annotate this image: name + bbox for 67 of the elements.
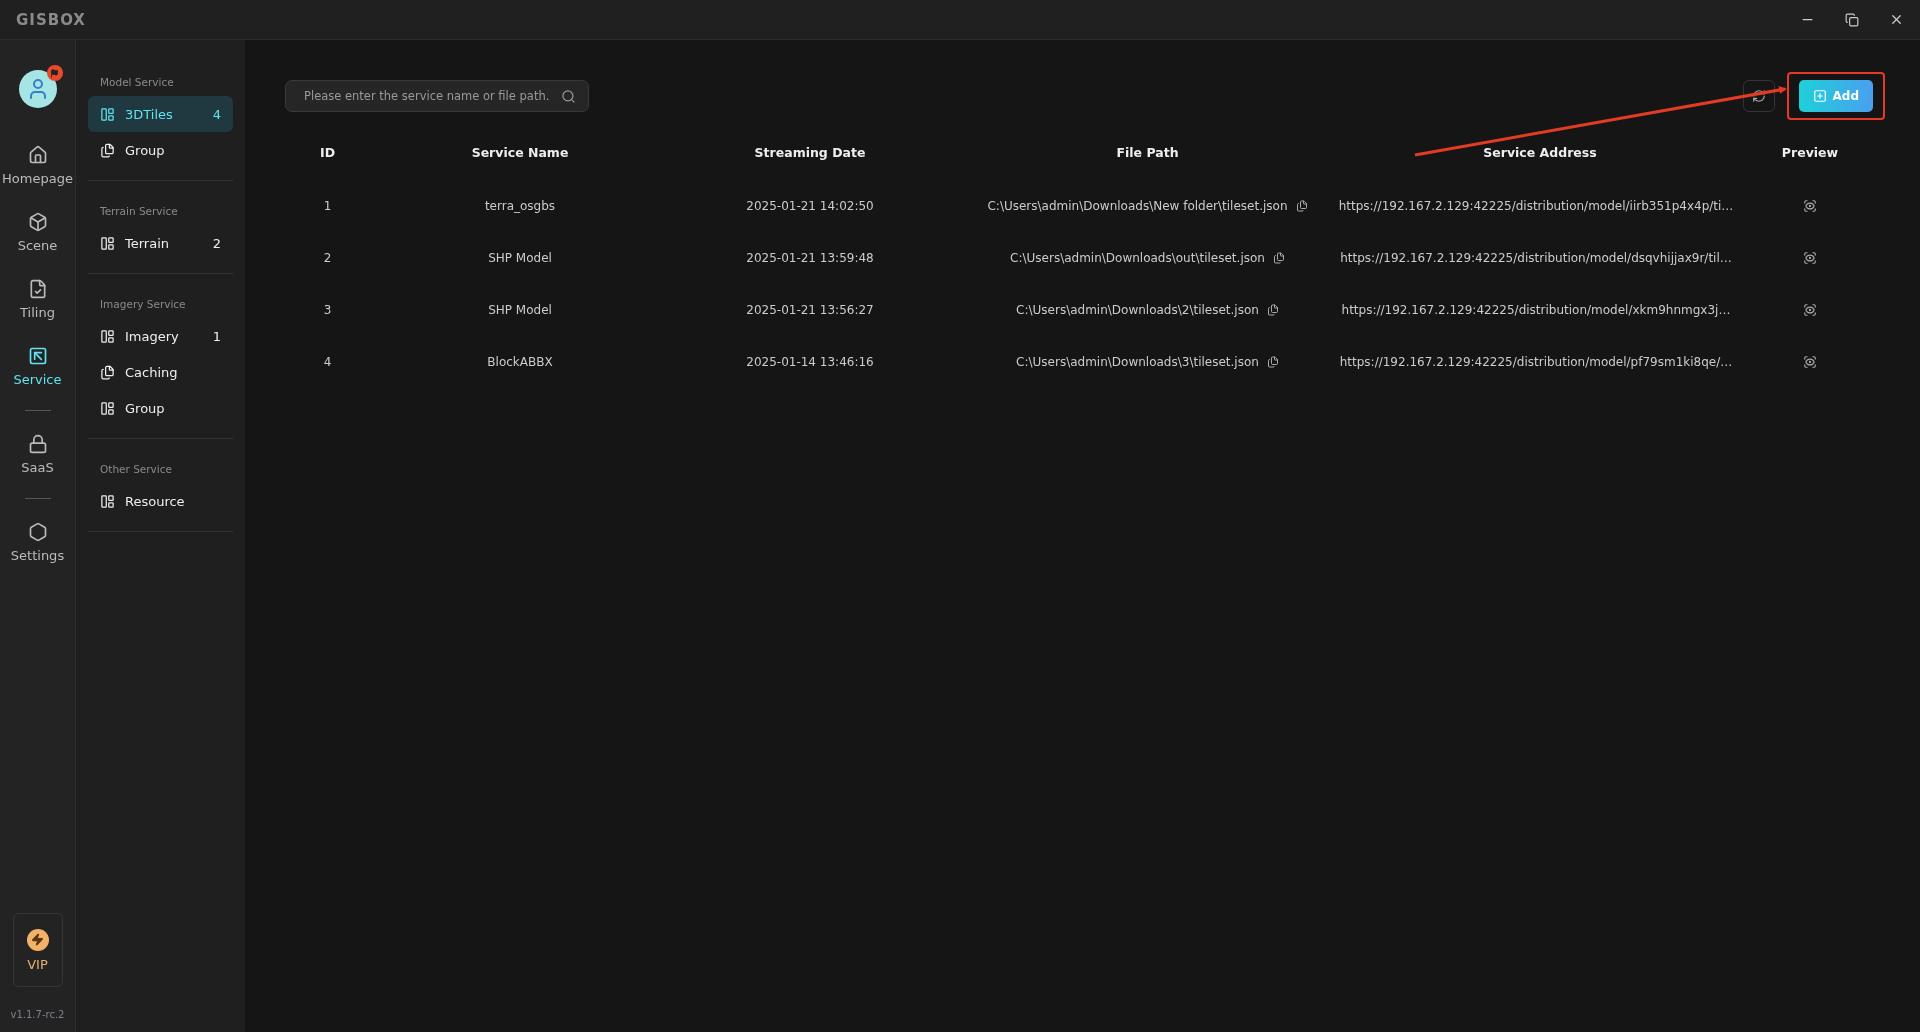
column-header: File Path — [1115, 144, 1180, 160]
section-title: Other Service — [99, 463, 173, 477]
search-bar[interactable]: Please enter the service name or file path. — [285, 80, 589, 112]
sidebar-item[interactable]: Group — [88, 132, 233, 168]
search-icon — [561, 88, 576, 104]
vip-label: VIP — [27, 956, 48, 972]
table-cell-text: 2025-01-21 14:02:50 — [745, 199, 875, 213]
column-header: ID — [319, 144, 336, 160]
version-text: v1.1.7-rc.2 — [10, 1009, 65, 1020]
column-header: Streaming Date — [753, 144, 867, 160]
flag-badge — [46, 65, 63, 81]
sidebar-item[interactable]: Resource — [88, 483, 233, 519]
lightning-icon — [26, 928, 49, 951]
table-cell-text: 2 — [322, 251, 333, 265]
section-title: Terrain Service — [99, 205, 179, 219]
table-cell: https://192.167.2.129:42225/distribution/model/pf79sm1ki8qe/… — [1339, 355, 1733, 369]
avatar[interactable] — [18, 70, 57, 108]
table-cell: C:\Users\admin\Downloads\3\tileset.json — [1016, 355, 1259, 369]
table-cell: https://192.167.2.129:42225/distribution/model/iirb351p4x4p/ti… — [1338, 199, 1734, 213]
nav-icon — [27, 522, 48, 542]
table-cell: C:\Users\admin\Downloads\New folder\tileset.json — [987, 199, 1288, 213]
column-header: Service Name — [470, 144, 570, 160]
close-icon[interactable] — [1889, 12, 1904, 27]
sidebar-item[interactable]: Imagery 1 — [88, 318, 233, 354]
sidebar-item[interactable]: Group — [88, 390, 233, 426]
app-logo: GISBOX — [16, 10, 86, 29]
table-cell: C:\Users\admin\Downloads\2\tileset.json — [1016, 303, 1259, 317]
table-cell-text: 4 — [322, 355, 333, 369]
table-cell: https://192.167.2.129:42225/distribution/model/dsqvhijjax9r/til… — [1340, 251, 1732, 265]
preview-icon[interactable] — [1803, 303, 1817, 317]
refresh-button[interactable] — [1742, 80, 1775, 112]
table-cell-text: 1 — [322, 199, 333, 213]
nav-item[interactable]: Homepage — [2, 132, 73, 199]
table-cell-text: SHP Model — [487, 251, 553, 265]
column-header: Preview — [1780, 144, 1840, 160]
sidebar-item[interactable]: Caching — [88, 354, 233, 390]
preview-icon[interactable] — [1803, 355, 1817, 369]
refresh-icon — [1751, 89, 1766, 103]
restore-icon[interactable] — [1845, 12, 1859, 27]
table-cell-text: BlockABBX — [486, 355, 554, 369]
table-cell-text: terra_osgbs — [483, 199, 557, 213]
search-input[interactable]: Please enter the service name or file path. — [302, 88, 561, 104]
table-cell-text: 2025-01-21 13:59:48 — [745, 251, 875, 265]
table-cell: C:\Users\admin\Downloads\out\tileset.json — [1010, 251, 1265, 265]
nav-icon — [27, 212, 48, 232]
plus-icon — [1812, 89, 1827, 103]
column-header: Service Address — [1482, 144, 1598, 160]
table-cell-text: 3 — [322, 303, 333, 317]
nav-item[interactable]: SaaS — [2, 421, 73, 488]
table-cell-text: 2025-01-14 13:46:16 — [745, 355, 875, 369]
section-title: Model Service — [99, 76, 175, 90]
sidebar-item[interactable]: Terrain 2 — [88, 225, 233, 261]
table-cell-text: 2025-01-21 13:56:27 — [745, 303, 875, 317]
preview-icon[interactable] — [1803, 199, 1817, 213]
sidebar-item[interactable]: 3DTiles 4 — [88, 96, 233, 132]
section-title: Imagery Service — [99, 298, 187, 312]
nav-item[interactable]: Scene — [2, 199, 73, 266]
table-cell-text: SHP Model — [487, 303, 553, 317]
nav-item[interactable]: Settings — [2, 509, 73, 576]
nav-icon — [27, 145, 48, 165]
nav-item[interactable]: Tiling — [2, 266, 73, 333]
preview-icon[interactable] — [1803, 251, 1817, 265]
table-cell: https://192.167.2.129:42225/distribution/model/xkm9hnmgx3j… — [1341, 303, 1731, 317]
nav-icon — [27, 434, 48, 454]
vip-card[interactable]: VIP — [12, 913, 63, 987]
nav-item[interactable]: Service — [2, 333, 73, 400]
nav-icon — [27, 346, 48, 366]
